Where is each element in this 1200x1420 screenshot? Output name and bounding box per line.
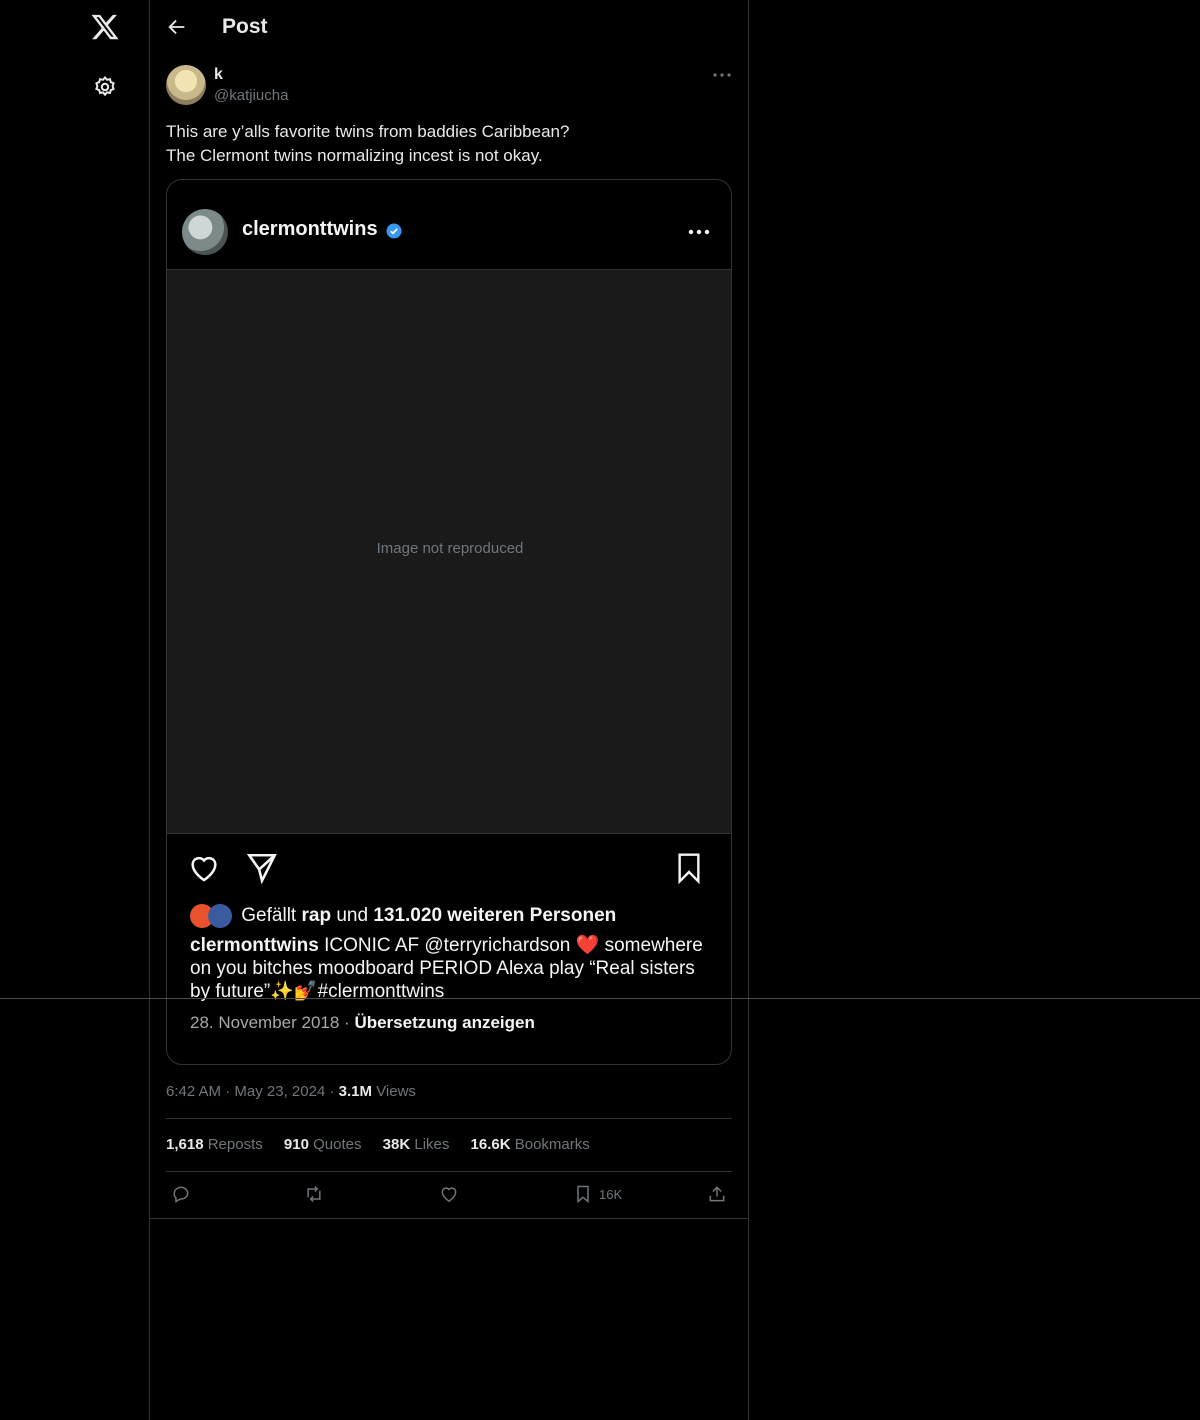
x-logo-icon[interactable] (90, 12, 120, 42)
post-meta: 6:42 AM · May 23, 2024 · 3.1M Views (166, 1083, 416, 1100)
share-icon (709, 1186, 725, 1202)
engagement-stats: 1,618 Reposts 910 Quotes 38K Likes 16.6K… (166, 1136, 607, 1153)
embed-caption: clermonttwins ICONIC AF @terryrichardson… (190, 934, 710, 1003)
tweet-line-2: The Clermont twins normalizing incest is… (166, 146, 543, 165)
image-placeholder-note: Image not reproduced (376, 540, 524, 557)
reply-button[interactable] (171, 1182, 191, 1206)
repost-button[interactable] (304, 1182, 324, 1206)
meta-dot: · (325, 1083, 339, 1100)
bookmark-button[interactable]: 16K (573, 1182, 622, 1206)
embed-avatar (182, 209, 228, 255)
top-bar: Post (150, 0, 748, 56)
verified-badge-icon (386, 223, 402, 239)
embed-date: 28. November 2018 (190, 1013, 340, 1032)
caption-heart: ❤️ (575, 935, 600, 956)
share-button[interactable] (707, 1182, 727, 1206)
like-button[interactable] (439, 1182, 459, 1206)
post-time[interactable]: 6:42 AM (166, 1083, 221, 1100)
divider (166, 1118, 732, 1119)
more-options-icon[interactable] (712, 68, 732, 82)
reposts-stat[interactable]: 1,618 Reposts (166, 1136, 263, 1153)
quotes-stat[interactable]: 910 Quotes (284, 1136, 362, 1153)
translate-link: Übersetzung anzeigen (354, 1013, 535, 1032)
bookmark-count: 16K (599, 1186, 623, 1202)
divider (166, 1171, 732, 1172)
avatar[interactable] (166, 65, 206, 105)
embed-username: clermonttwins (242, 218, 378, 240)
meta-dot: · (221, 1083, 235, 1100)
caption-user: clermonttwins (190, 935, 319, 956)
quotes-label: Quotes (308, 1136, 362, 1153)
guide-line (0, 998, 1200, 999)
likes-prefix: Gefällt (241, 905, 302, 927)
view-count: 3.1M (338, 1083, 372, 1100)
action-bar: 16K (150, 1182, 748, 1210)
bookmark-icon (678, 853, 700, 885)
embed-date-line: 28. November 2018 · Übersetzung anzeigen (190, 1013, 535, 1033)
left-nav (0, 0, 150, 1420)
embed-separator: · (339, 1013, 355, 1032)
tweet-line-1: This are y’alls favorite twins from badd… (166, 122, 570, 141)
send-icon (246, 853, 277, 885)
bookmarks-count: 16.6K (470, 1136, 511, 1153)
media-card[interactable]: clermonttwins Image not reproduced Gefäl… (166, 179, 732, 1065)
embed-more-icon (688, 229, 710, 235)
post-date[interactable]: May 23, 2024 (234, 1083, 325, 1100)
embed-image-placeholder: Image not reproduced (167, 269, 731, 834)
repost-icon (307, 1185, 321, 1203)
divider (150, 1218, 748, 1219)
bookmarks-stat[interactable]: 16.6K Bookmarks (471, 1136, 590, 1153)
like-heart-icon (441, 1187, 457, 1202)
author-name[interactable]: k (214, 66, 223, 84)
page-title: Post (222, 15, 268, 38)
bookmark-outline-icon (577, 1185, 589, 1204)
embed-likes-line: Gefällt rap und 131.020 weiteren Persone… (190, 904, 616, 928)
reposts-label: Reposts (203, 1136, 263, 1153)
likes-label: Likes (410, 1136, 450, 1153)
likes-count: 38K (382, 1136, 411, 1153)
reposts-count: 1,618 (166, 1136, 204, 1153)
tweet-text: This are y’alls favorite twins from badd… (166, 120, 732, 168)
quotes-count: 910 (283, 1136, 309, 1153)
caption-text: ICONIC AF @terryrichardson (318, 935, 576, 956)
post-column: Post k @katjiucha This are y’alls favori… (150, 0, 749, 1420)
likes-mid: und (331, 905, 374, 927)
heart-icon (191, 856, 217, 882)
likes-user: rap (301, 905, 332, 927)
gear-icon[interactable] (93, 75, 117, 99)
back-arrow-icon[interactable] (166, 16, 188, 38)
views-label: Views (372, 1083, 416, 1100)
likes-count: 131.020 weiteren Personen (373, 905, 617, 927)
liker-avatar-icon (208, 904, 232, 928)
likes-stat[interactable]: 38K Likes (383, 1136, 450, 1153)
reply-icon (173, 1186, 189, 1203)
author-handle[interactable]: @katjiucha (214, 87, 288, 104)
bookmarks-label: Bookmarks (510, 1136, 590, 1153)
